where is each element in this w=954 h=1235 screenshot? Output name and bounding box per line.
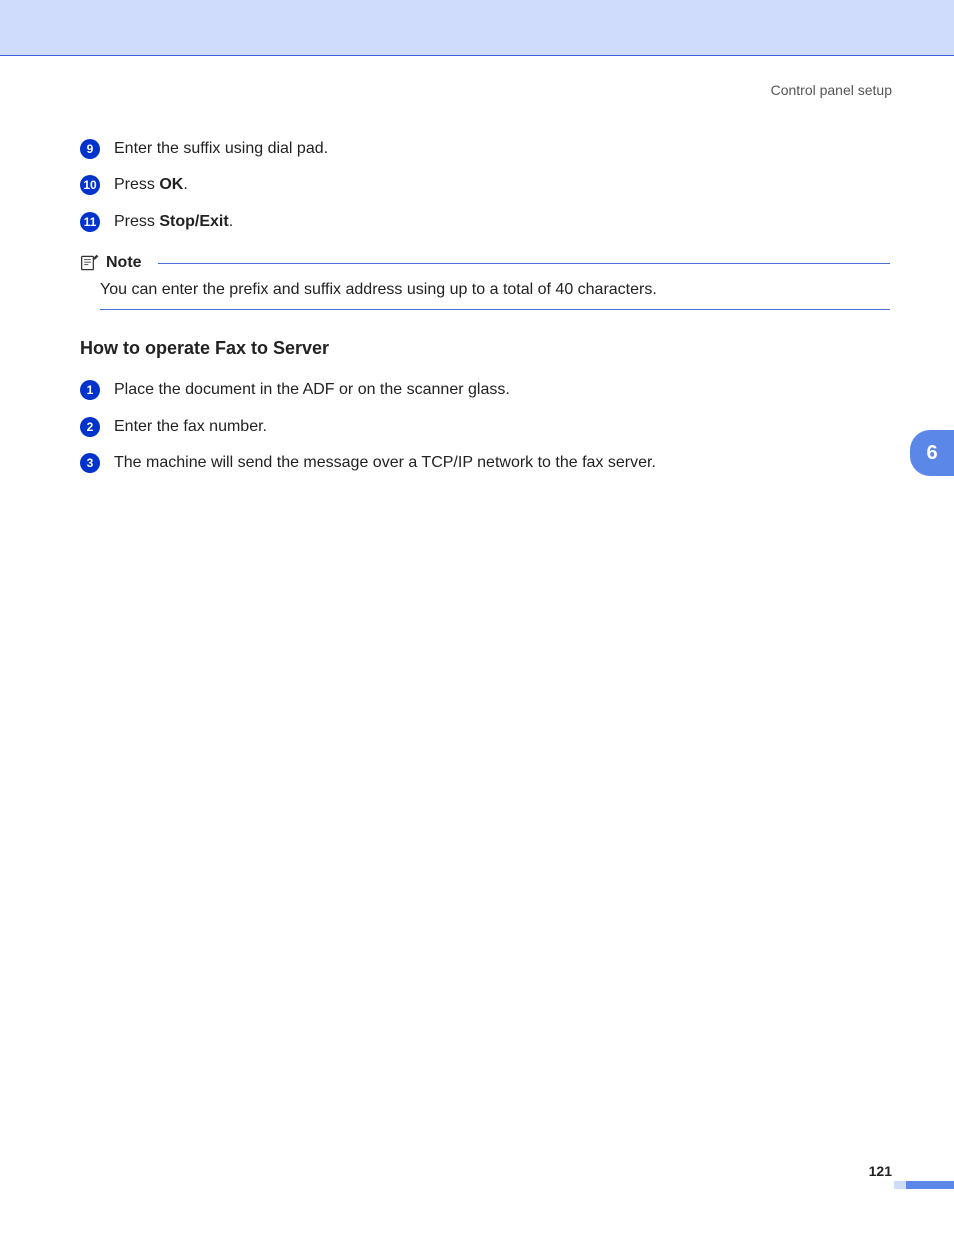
step-text: Enter the fax number. [114, 416, 267, 438]
chapter-tab: 6 [910, 430, 954, 476]
step-bullet-b3: 3 [80, 453, 100, 473]
step-bullet-10: 10 [80, 175, 100, 195]
step-b3: 3 The machine will send the message over… [80, 452, 890, 474]
step-11: 11 Press Stop/Exit. [80, 211, 890, 233]
note-label: Note [106, 254, 142, 272]
step-b2: 2 Enter the fax number. [80, 416, 890, 438]
step-prefix: Press [114, 213, 159, 230]
step-bullet-b1: 1 [80, 380, 100, 400]
step-text: The machine will send the message over a… [114, 452, 656, 474]
page-number: 121 [869, 1163, 892, 1179]
footer-bar [906, 1181, 954, 1189]
step-text: Press OK. [114, 174, 188, 196]
step-9: 9 Enter the suffix using dial pad. [80, 138, 890, 160]
note-body: You can enter the prefix and suffix addr… [100, 281, 890, 310]
step-bullet-9: 9 [80, 139, 100, 159]
note-rule-top [158, 263, 890, 264]
step-text: Place the document in the ADF or on the … [114, 379, 510, 401]
step-bold: OK [159, 176, 183, 193]
step-prefix: Press [114, 176, 159, 193]
top-banner [0, 0, 954, 56]
section-heading: How to operate Fax to Server [80, 338, 890, 359]
step-text: Enter the suffix using dial pad. [114, 138, 328, 160]
running-header: Control panel setup [771, 82, 892, 98]
pencil-note-icon [80, 253, 100, 273]
step-text: Press Stop/Exit. [114, 211, 233, 233]
note-header: Note [80, 253, 890, 273]
step-suffix: . [229, 213, 233, 230]
step-bold: Stop/Exit [159, 213, 228, 230]
step-suffix: . [183, 176, 187, 193]
step-10: 10 Press OK. [80, 174, 890, 196]
step-b1: 1 Place the document in the ADF or on th… [80, 379, 890, 401]
note-block: Note You can enter the prefix and suffix… [80, 253, 890, 310]
step-bullet-b2: 2 [80, 417, 100, 437]
step-bullet-11: 11 [80, 212, 100, 232]
main-content: 9 Enter the suffix using dial pad. 10 Pr… [80, 138, 890, 488]
